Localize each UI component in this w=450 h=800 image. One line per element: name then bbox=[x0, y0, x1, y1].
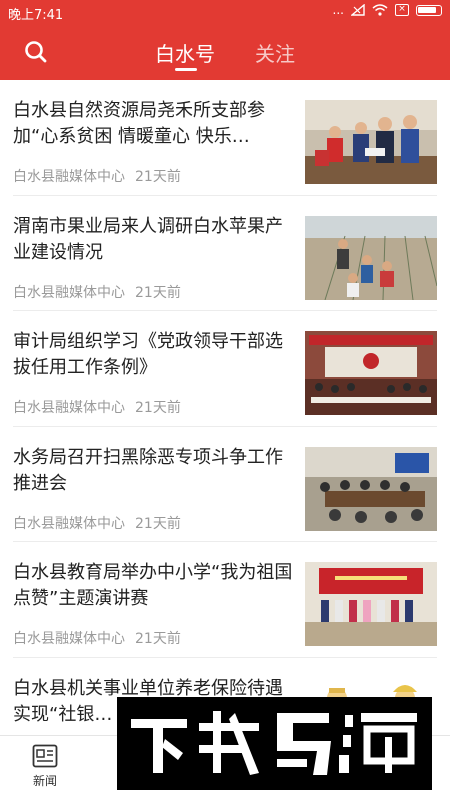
news-thumbnail bbox=[305, 215, 437, 300]
news-thumbnail bbox=[305, 331, 437, 415]
news-time: 21天前 bbox=[135, 631, 181, 647]
news-time: 21天前 bbox=[135, 400, 181, 416]
news-meta: 白水县融媒体中心 21天前 bbox=[13, 282, 181, 302]
news-source: 白水县融媒体中心 bbox=[13, 169, 125, 185]
news-thumbnail bbox=[305, 562, 437, 646]
news-title: 审计局组织学习《党政领导干部选拔任用工作条例》 bbox=[13, 331, 283, 378]
news-icon bbox=[32, 744, 58, 768]
news-item[interactable]: 白水县教育局举办中小学“我为祖国点赞”主题演讲赛 白水县融媒体中心 21天前 bbox=[13, 542, 437, 658]
search-icon bbox=[25, 41, 47, 63]
orchard-field-photo bbox=[305, 215, 437, 300]
top-nav: 白水号 关注 bbox=[0, 26, 450, 80]
wifi-icon bbox=[372, 4, 388, 16]
tabbar-label-news: 新闻 bbox=[32, 774, 57, 788]
watermark-overlay bbox=[117, 697, 432, 790]
notification-x-icon: × bbox=[395, 4, 409, 16]
news-item[interactable]: 渭南市果业局来人调研白水苹果产业建设情况 白水县融媒体中心 21天前 bbox=[13, 196, 437, 311]
news-thumbnail bbox=[305, 446, 437, 531]
tab-baishuihao[interactable]: 白水号 bbox=[155, 38, 215, 67]
dots-icon: ... bbox=[332, 3, 344, 17]
news-meta: 白水县融媒体中心 21天前 bbox=[13, 166, 181, 186]
tabbar-item-news[interactable]: 新闻 bbox=[5, 744, 85, 789]
news-item[interactable]: 白水县自然资源局尧禾所支部参加“心系贫困 情暖童心 快乐… 白水县融媒体中心 2… bbox=[13, 80, 437, 196]
status-icons: ... × bbox=[333, 3, 442, 17]
news-source: 白水县融媒体中心 bbox=[13, 515, 125, 532]
news-time: 21天前 bbox=[135, 515, 181, 532]
battery-icon bbox=[416, 4, 442, 16]
news-thumbnail bbox=[305, 100, 437, 184]
no-signal-icon bbox=[351, 4, 365, 16]
search-button[interactable] bbox=[22, 38, 50, 66]
news-source: 白水县融媒体中心 bbox=[13, 400, 125, 416]
active-tab-indicator bbox=[175, 68, 197, 71]
news-title: 白水县自然资源局尧禾所支部参加“心系贫困 情暖童心 快乐… bbox=[13, 100, 265, 147]
status-time: 晚上7:41 bbox=[8, 8, 64, 23]
news-time: 21天前 bbox=[135, 284, 181, 301]
news-item[interactable]: 水务局召开扫黑除恶专项斗争工作推进会 白水县融媒体中心 21天前 bbox=[13, 427, 437, 542]
news-title: 白水县教育局举办中小学“我为祖国点赞”主题演讲赛 bbox=[13, 562, 293, 609]
news-meta: 白水县融媒体中心 21天前 bbox=[13, 397, 181, 417]
app-header: 晚上7:41 ... × 白水号 关注 bbox=[0, 0, 450, 80]
tab-follow[interactable]: 关注 bbox=[255, 38, 295, 67]
stage-performance-photo bbox=[305, 562, 437, 646]
watermark-logo bbox=[117, 697, 432, 790]
news-meta: 白水县融媒体中心 21天前 bbox=[13, 513, 181, 533]
news-item[interactable]: 审计局组织学习《党政领导干部选拔任用工作条例》 白水县融媒体中心 21天前 bbox=[13, 311, 437, 427]
news-time: 21天前 bbox=[135, 169, 181, 185]
news-source: 白水县融媒体中心 bbox=[13, 284, 125, 301]
classroom-ceremony-photo bbox=[305, 100, 437, 184]
news-feed[interactable]: 白水县自然资源局尧禾所支部参加“心系贫困 情暖童心 快乐… 白水县融媒体中心 2… bbox=[0, 80, 450, 735]
meeting-hall-photo bbox=[305, 331, 437, 415]
news-title: 渭南市果业局来人调研白水苹果产业建设情况 bbox=[13, 215, 283, 263]
status-bar: 晚上7:41 ... × bbox=[0, 0, 450, 24]
conference-table-photo bbox=[305, 446, 437, 531]
news-meta: 白水县融媒体中心 21天前 bbox=[13, 628, 181, 648]
news-source: 白水县融媒体中心 bbox=[13, 631, 125, 647]
news-title: 水务局召开扫黑除恶专项斗争工作推进会 bbox=[13, 446, 283, 494]
